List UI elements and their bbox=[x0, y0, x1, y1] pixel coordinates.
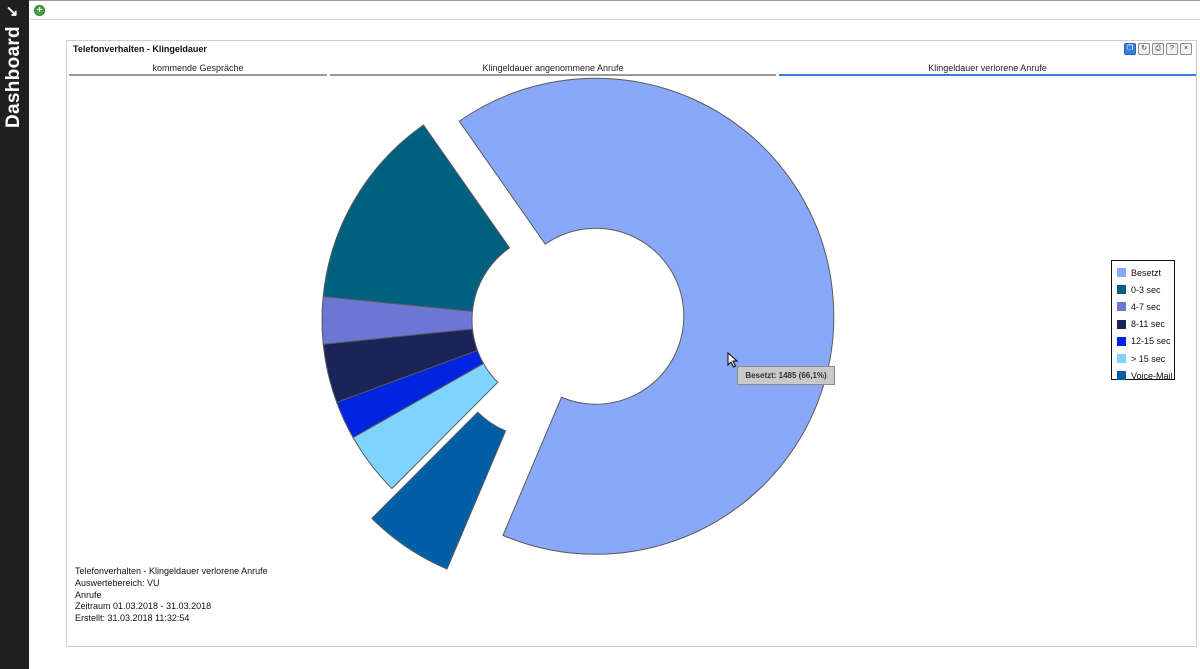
legend-label: Voice-Mail bbox=[1131, 370, 1173, 381]
legend-label: 0-3 sec bbox=[1131, 284, 1161, 295]
legend-item-besetzt: Besetzt bbox=[1112, 264, 1174, 281]
pie-slice-besetzt[interactable] bbox=[458, 77, 835, 555]
legend-item-4-7-sec: 4-7 sec bbox=[1112, 298, 1174, 315]
legend-item-0-3-sec: 0-3 sec bbox=[1112, 281, 1174, 298]
chart-legend: Besetzt 0-3 sec 4-7 sec 8-11 sec 12-15 s… bbox=[1111, 260, 1175, 381]
chart-tooltip: Besetzt: 1485 (66,1%) bbox=[737, 366, 835, 385]
mouse-cursor-icon bbox=[727, 352, 739, 368]
legend-label: 8-11 sec bbox=[1131, 319, 1165, 330]
legend-swatch bbox=[1117, 371, 1126, 381]
info-period: Zeitraum 01.03.2018 - 31.03.2018 bbox=[75, 601, 212, 612]
legend-label: Besetzt bbox=[1131, 267, 1162, 278]
legend-label: 12-15 sec bbox=[1131, 336, 1171, 347]
legend-item-12-15-sec: 12-15 sec bbox=[1112, 333, 1174, 350]
legend-swatch bbox=[1117, 354, 1126, 364]
info-metric: Anrufe bbox=[75, 589, 102, 600]
legend-swatch bbox=[1117, 285, 1126, 295]
legend-swatch bbox=[1117, 302, 1126, 312]
report-info: Telefonverhalten - Klingeldauer verloren… bbox=[75, 566, 268, 625]
info-scope: Auswertebereich: VU bbox=[75, 577, 160, 588]
legend-item-voice-mail: Voice-Mail bbox=[1112, 367, 1174, 384]
info-created: Erstellt: 31.03.2018 11:32:54 bbox=[75, 613, 190, 624]
legend-label: > 15 sec bbox=[1131, 353, 1166, 364]
legend-label: 4-7 sec bbox=[1131, 301, 1161, 312]
legend-swatch bbox=[1117, 268, 1126, 278]
legend-swatch bbox=[1117, 319, 1126, 329]
legend-swatch bbox=[1117, 336, 1126, 346]
legend-item-8-11-sec: 8-11 sec bbox=[1112, 316, 1174, 333]
info-report-name: Telefonverhalten - Klingeldauer verloren… bbox=[75, 566, 268, 576]
legend-item-15-plus-sec: > 15 sec bbox=[1112, 350, 1174, 367]
